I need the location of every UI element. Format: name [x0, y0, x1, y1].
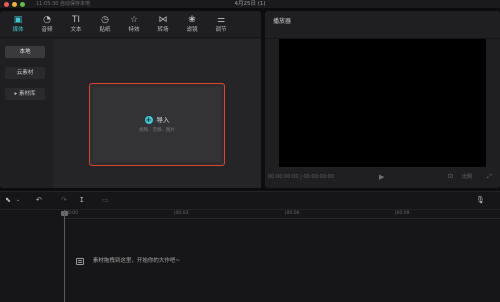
- media-sidebar: 本地 云素材 ▸ 素材库: [0, 39, 52, 188]
- timeline-toolbar: ⬉ ⌄ ↶ ↷ ⵊ ▭ 🎙: [0, 192, 500, 210]
- play-icon[interactable]: ▶: [379, 173, 384, 181]
- sidebar-item-local[interactable]: 本地: [5, 46, 45, 58]
- redo-icon[interactable]: ↷: [61, 196, 67, 205]
- tab-transition[interactable]: ⋈ 转场: [149, 14, 177, 36]
- fullscreen-icon[interactable]: ⤢: [487, 173, 492, 181]
- import-row: + 导入: [93, 116, 221, 125]
- delete-icon[interactable]: ▭: [102, 196, 109, 205]
- select-cursor-icon[interactable]: ⬉: [5, 196, 11, 205]
- timeline-drop-hint: 素材拖拽到这里，开始你的大作吧~: [76, 257, 180, 267]
- title-bar: 11:05:30 自动保存本地 4月25日 (1): [0, 0, 500, 9]
- tab-transition-label: 转场: [157, 27, 169, 33]
- ruler-label: |00:09: [395, 211, 410, 216]
- playhead[interactable]: [64, 210, 65, 302]
- effects-icon: ☆: [129, 15, 139, 25]
- timeline-panel: ⬉ ⌄ ↶ ↷ ⵊ ▭ 🎙 00:00 |00:03 |00:06 |00:09…: [0, 191, 500, 302]
- sticker-icon: ◷: [101, 15, 109, 25]
- tab-adjust-label: 调节: [215, 27, 227, 33]
- tab-effects[interactable]: ☆ 特效: [120, 14, 148, 36]
- tab-media[interactable]: ▣ 媒体: [4, 14, 32, 36]
- tab-sticker[interactable]: ◷ 贴纸: [91, 14, 119, 36]
- sidebar-item-library[interactable]: ▸ 素材库: [5, 88, 45, 100]
- film-icon: [76, 257, 84, 265]
- audio-icon: ◔: [43, 15, 51, 25]
- microphone-icon[interactable]: 🎙: [476, 196, 485, 205]
- timeline-ruler: 00:00 |00:03 |00:06 |00:09: [0, 210, 500, 219]
- import-button[interactable]: + 导入 视频、音频、图片: [89, 83, 225, 166]
- tab-sticker-label: 贴纸: [99, 27, 111, 33]
- media-icon: ▣: [13, 15, 23, 25]
- tab-text-label: 文本: [70, 27, 82, 33]
- fullscreen-preview-icon[interactable]: ⊡: [448, 173, 453, 181]
- player-title: 播放器: [273, 18, 292, 25]
- import-hint: 视频、音频、图片: [139, 128, 175, 133]
- import-label: 导入: [156, 116, 170, 124]
- asset-toolbar: ▣ 媒体 ◔ 音频 TI 文本 ◷ 贴纸 ☆ 特效 ⋈ 转场 ❀ 滤镜 ⚌ 调节: [0, 11, 261, 38]
- tab-filter-label: 滤镜: [186, 27, 198, 33]
- player-panel: 播放器 00:00:00:00 | 00:00:00:00 ▶ ⊡ 比例 ⤢: [265, 11, 500, 188]
- plus-icon: +: [144, 116, 153, 124]
- ruler-label: |00:03: [174, 211, 189, 216]
- text-icon: TI: [71, 15, 81, 25]
- player-controls: 00:00:00:00 | 00:00:00:00 ▶ ⊡ 比例 ⤢: [265, 168, 500, 187]
- tab-media-label: 媒体: [12, 27, 24, 33]
- sidebar-item-cloud[interactable]: 云素材: [5, 67, 45, 79]
- ruler-label: |00:06: [285, 211, 300, 216]
- player-timecode: 00:00:00:00 | 00:00:00:00: [268, 174, 334, 180]
- media-content-area: + 导入 视频、音频、图片: [53, 39, 261, 188]
- tab-audio[interactable]: ◔ 音频: [33, 14, 61, 36]
- tab-audio-label: 音频: [41, 27, 53, 33]
- tab-text[interactable]: TI 文本: [62, 14, 90, 36]
- tab-filter[interactable]: ❀ 滤镜: [178, 14, 206, 36]
- media-panel: ▣ 媒体 ◔ 音频 TI 文本 ◷ 贴纸 ☆ 特效 ⋈ 转场 ❀ 滤镜 ⚌ 调节: [0, 11, 261, 188]
- tab-effects-label: 特效: [128, 27, 140, 33]
- ratio-button[interactable]: 比例: [462, 173, 472, 181]
- transition-icon: ⋈: [158, 15, 168, 25]
- adjust-icon: ⚌: [216, 15, 226, 25]
- import-drop-zone: + 导入 视频、音频、图片: [93, 87, 221, 162]
- chevron-down-icon[interactable]: ⌄: [16, 196, 20, 205]
- filter-icon: ❀: [188, 15, 196, 25]
- tab-adjust[interactable]: ⚌ 调节: [207, 14, 235, 36]
- ruler-baseline: [63, 218, 500, 219]
- drop-hint-text: 素材拖拽到这里，开始你的大作吧~: [92, 258, 181, 264]
- split-icon[interactable]: ⵊ: [80, 196, 84, 205]
- undo-icon[interactable]: ↶: [36, 196, 42, 205]
- player-viewport: [279, 39, 486, 167]
- project-title: 4月25日 (1): [234, 1, 266, 7]
